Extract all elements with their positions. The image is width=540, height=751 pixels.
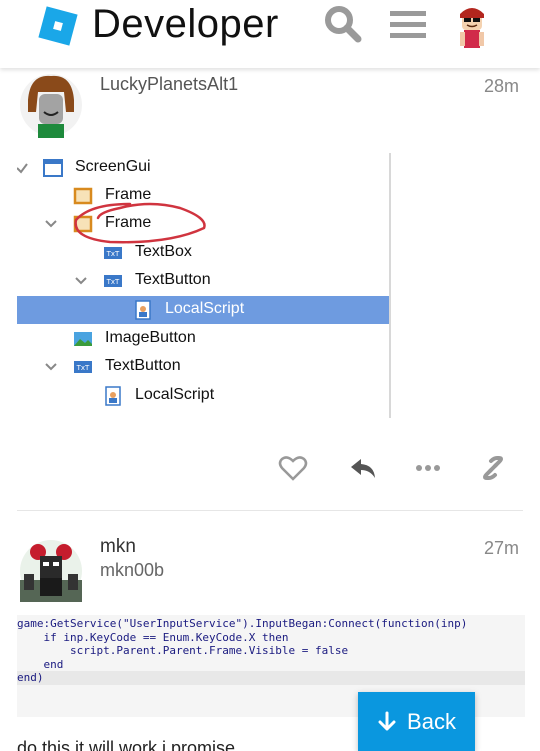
search-icon[interactable] [323, 4, 363, 44]
tree-label: LocalScript [165, 300, 245, 317]
tree-row: Frame [17, 210, 389, 238]
user-avatar[interactable] [18, 540, 84, 602]
tree-row: LocalScript [17, 382, 389, 410]
reply-icon[interactable] [348, 453, 378, 483]
screengui-icon [43, 159, 63, 177]
tree-row: ScreenGui [17, 154, 389, 182]
code-text: end [17, 657, 64, 671]
tree-row: TxT TextButton [17, 353, 389, 381]
user-avatar[interactable] [20, 72, 82, 138]
tree-label: ScreenGui [75, 158, 151, 175]
tree-label: ImageButton [105, 329, 196, 346]
post-timestamp[interactable]: 28m [484, 76, 519, 97]
code-line: script.Parent.Parent.Frame.Visible = fal… [17, 644, 525, 658]
post-username[interactable]: mkn [100, 536, 136, 558]
tree-row: ImageButton [17, 325, 389, 353]
chevron-down-icon [75, 277, 87, 285]
site-header: Developer [0, 0, 540, 68]
frame-icon [73, 187, 93, 205]
code-line: if inp.KeyCode == Enum.KeyCode.X then [17, 631, 525, 645]
textbox-icon: TxT [104, 247, 122, 259]
svg-text:TxT: TxT [106, 278, 120, 286]
arrow-down-icon [378, 711, 396, 730]
post-divider [17, 510, 523, 511]
tree-row: TxT TextBox [17, 239, 389, 267]
tree-label: LocalScript [135, 386, 215, 403]
hamburger-menu-icon[interactable] [390, 8, 426, 40]
code-text: game:GetService("UserInputService").Inpu… [17, 617, 468, 630]
svg-text:TxT: TxT [76, 364, 90, 372]
code-line: game:GetService("UserInputService").Inpu… [17, 617, 525, 631]
localscript-icon [135, 300, 151, 320]
tree-row: TxT TextButton [17, 267, 389, 295]
code-line: end) [17, 671, 525, 685]
tree-label: TextBox [135, 243, 192, 260]
link-icon[interactable] [478, 453, 508, 483]
back-button-label: Back [407, 708, 456, 734]
post-username[interactable]: LuckyPlanetsAlt1 [100, 74, 238, 95]
back-button[interactable]: Back [358, 692, 475, 751]
more-options-icon[interactable] [413, 453, 443, 483]
code-line: end [17, 658, 525, 672]
tree-row: Frame [17, 182, 389, 210]
localscript-icon [105, 386, 121, 406]
site-title[interactable]: Developer [92, 2, 279, 47]
heart-icon[interactable] [278, 453, 308, 483]
user-avatar[interactable] [452, 4, 492, 50]
chevron-down-icon [45, 220, 57, 228]
checkmark-icon [17, 163, 28, 174]
divider [389, 153, 391, 418]
roblox-logo[interactable] [38, 6, 78, 46]
explorer-screenshot: ScreenGui Frame Frame TxT TextBox TxT Te… [17, 153, 397, 418]
svg-text:TxT: TxT [106, 250, 120, 258]
tree-label: Frame [105, 186, 152, 203]
tree-row-selected: LocalScript [17, 296, 389, 324]
frame-icon [73, 215, 93, 233]
post-body-text: do this it will work i promise [17, 738, 236, 751]
code-text: script.Parent.Parent.Frame.Visible = fal… [17, 644, 349, 657]
tree-label: Frame [105, 214, 152, 231]
code-text: end) [17, 671, 44, 684]
post-user-handle: mkn00b [100, 560, 165, 580]
textbutton-icon: TxT [74, 361, 92, 373]
imagebutton-icon [74, 332, 92, 346]
textbutton-icon: TxT [104, 275, 122, 287]
chevron-down-icon [45, 363, 57, 371]
code-text: if inp.KeyCode == Enum.KeyCode.X then [17, 630, 289, 644]
post-timestamp[interactable]: 27m [484, 538, 519, 559]
tree-label: TextButton [105, 357, 181, 374]
tree-label: TextButton [135, 271, 211, 288]
